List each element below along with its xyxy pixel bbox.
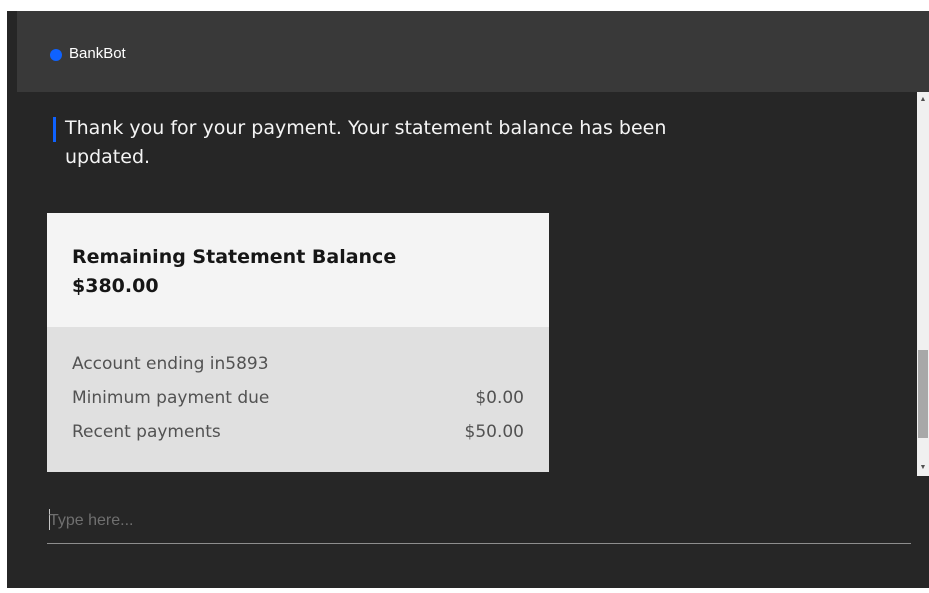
balance-card: Remaining Statement Balance $380.00 Acco… (47, 213, 549, 472)
bot-name: BankBot (69, 45, 126, 62)
message-input[interactable] (49, 506, 899, 536)
balance-card-title: Remaining Statement Balance (72, 246, 397, 268)
detail-label: Minimum payment due (72, 388, 270, 408)
status-dot-icon (50, 49, 62, 61)
message-area[interactable]: Thank you for your payment. Your stateme… (17, 92, 929, 476)
arrow-down-icon[interactable]: ▼ (917, 460, 929, 476)
chat-window: BankBot Thank you for your payment. Your… (7, 11, 929, 588)
message-input-area (47, 501, 911, 546)
input-underline (47, 543, 911, 544)
chat-header: BankBot (17, 11, 929, 92)
scrollbar[interactable]: ▲ ▼ (917, 92, 929, 476)
balance-amount: $380.00 (72, 275, 159, 297)
balance-card-header: Remaining Statement Balance $380.00 (47, 213, 549, 327)
message-accent-bar (53, 117, 56, 142)
detail-row-minimum: Minimum payment due $0.00 (72, 385, 524, 411)
detail-value: $50.00 (464, 422, 524, 442)
detail-label: Recent payments (72, 422, 221, 442)
detail-label: Account ending in5893 (72, 354, 269, 374)
balance-card-details: Account ending in5893 Minimum payment du… (47, 327, 549, 472)
detail-row-payments: Recent payments $50.00 (72, 419, 524, 445)
detail-row-account: Account ending in5893 (72, 351, 524, 377)
scrollbar-thumb[interactable] (918, 350, 928, 438)
bot-message: Thank you for your payment. Your stateme… (65, 117, 667, 168)
detail-value: $0.00 (475, 388, 524, 408)
arrow-up-icon[interactable]: ▲ (917, 92, 929, 108)
